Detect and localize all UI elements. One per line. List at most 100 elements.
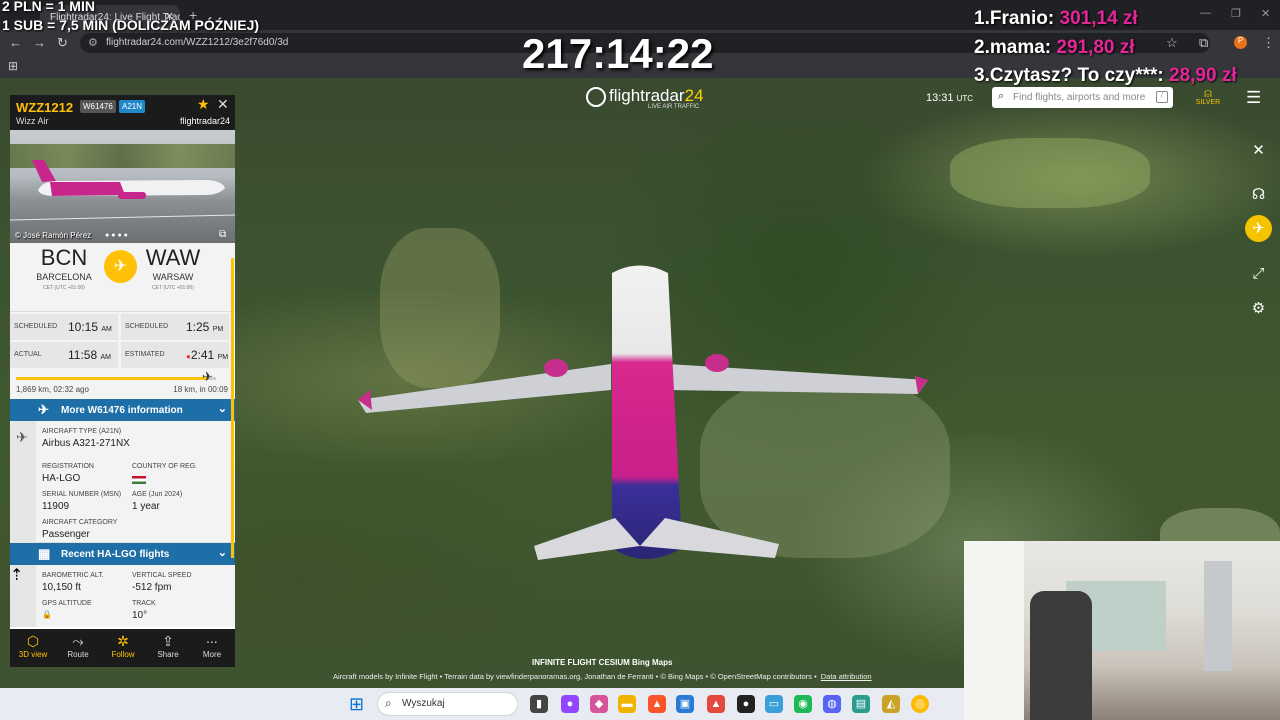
share-button[interactable]: ⇪ Share: [146, 632, 190, 659]
spotify-icon[interactable]: ◉: [794, 695, 812, 713]
calendar-icon: ▦: [38, 546, 51, 561]
reload-icon[interactable]: ↻: [57, 35, 68, 51]
progress-fill: [16, 377, 208, 380]
search-icon: ⌕: [385, 696, 392, 710]
details-side: ✈: [10, 421, 36, 543]
open-external-icon[interactable]: ⧉: [219, 229, 226, 240]
site-info-icon[interactable]: ⚙: [88, 36, 98, 49]
overlay-rate-line-1: 2 PLN = 1 MIN: [2, 0, 95, 14]
3d-view-button[interactable]: ⬡ 3D view: [11, 632, 55, 659]
overlay-rate-line-2: 1 SUB = 7,5 MIN (DOLICZAM PÓŹNIEJ): [2, 17, 260, 33]
fr24-logo-sub: LIVE AIR TRAFFIC: [648, 104, 700, 110]
brave-icon[interactable]: ▲: [648, 695, 666, 713]
window-close-icon[interactable]: ✕: [1261, 7, 1270, 20]
more-button[interactable]: ∙∙∙ More: [190, 632, 234, 659]
screen-icon[interactable]: ▭: [765, 695, 783, 713]
serial-label: SERIAL NUMBER (MSN): [42, 491, 122, 498]
search-placeholder: Find flights, airports and more: [1013, 92, 1146, 103]
distance-remaining: 18 km, in 00:09: [173, 385, 228, 394]
fr24-search-input[interactable]: ⌕ Find flights, airports and more /: [992, 87, 1173, 108]
webcam-fridge: [1204, 561, 1232, 671]
discord-icon[interactable]: ◍: [823, 695, 841, 713]
chevron-down-icon: ⌄: [217, 547, 227, 559]
minimize-icon[interactable]: —: [1200, 7, 1211, 19]
info-plane-icon: ✈: [38, 402, 49, 417]
apps-grid-icon[interactable]: ⊞: [8, 59, 18, 73]
favorite-star-icon[interactable]: ★: [197, 96, 210, 113]
route-button[interactable]: ⤳ Route: [56, 632, 100, 659]
aircraft-photo-image: [10, 160, 235, 221]
age-label: AGE (Jun 2024): [132, 491, 183, 498]
back-icon[interactable]: ←: [9, 35, 22, 50]
bookmark-star-icon[interactable]: ☆: [1166, 35, 1178, 51]
taskbar-search[interactable]: ⌕ Wyszukaj: [377, 692, 518, 716]
webcam-chair: [1030, 591, 1092, 720]
actual-departure: ACTUAL 11:58 AM: [10, 342, 118, 368]
attribution-text: Aircraft models by Infinite Flight • Ter…: [333, 672, 817, 681]
user-account[interactable]: ⍝ SILVER: [1194, 86, 1222, 106]
progress-bar: [16, 377, 216, 380]
profile-avatar[interactable]: P: [1234, 36, 1247, 49]
category-label: AIRCRAFT CATEGORY: [42, 519, 118, 526]
baro-value: 10,150 ft: [42, 582, 81, 593]
extensions-icon[interactable]: ⧉: [1199, 35, 1208, 51]
windows-start-icon[interactable]: ⊞: [349, 694, 364, 715]
app-icon[interactable]: ◭: [882, 695, 900, 713]
leaderboard-item: 1.Franio: 301,14 zł: [974, 8, 1138, 29]
registration-label: REGISTRATION: [42, 463, 94, 470]
file-explorer-icon[interactable]: ▬: [618, 695, 636, 713]
store-icon[interactable]: ▣: [676, 695, 694, 713]
user-tier: SILVER: [1195, 99, 1221, 106]
obs-icon[interactable]: ●: [737, 695, 755, 713]
panel-close-icon[interactable]: ✕: [217, 96, 229, 113]
photo-carousel-dots[interactable]: ●●●●: [105, 232, 130, 239]
distance-flown: 1,869 km, 02:32 ago: [16, 385, 89, 394]
webcam-window: [964, 541, 1024, 720]
route-icon: ⤳: [72, 633, 84, 649]
aircraft-type-badge: A21N: [119, 100, 146, 113]
search-icon: ⌕: [998, 90, 1005, 102]
webcam-overlay: [964, 541, 1280, 720]
panel-header: WZZ1212 W61476 A21N Wizz Air ★ ✕ flightr…: [10, 95, 235, 130]
provider-logos: INFINITE FLIGHT CESIUM Bing Maps: [532, 658, 673, 667]
maximize-icon[interactable]: ❐: [1231, 7, 1241, 20]
copilot-icon[interactable]: ◆: [590, 695, 608, 713]
browser-menu-icon[interactable]: ⋮: [1262, 35, 1275, 51]
chrome-icon[interactable]: ◎: [911, 695, 929, 713]
twitch-icon[interactable]: ●: [561, 695, 579, 713]
follow-button[interactable]: ✲ Follow: [101, 632, 145, 659]
hamburger-menu-icon[interactable]: ☰: [1246, 88, 1261, 108]
fullscreen-icon[interactable]: ⤢: [1245, 260, 1272, 287]
map-attribution: Aircraft models by Infinite Flight • Ter…: [333, 672, 872, 681]
estimated-arrival: ESTIMATED ●2:41 PM: [121, 342, 229, 368]
data-attribution-link[interactable]: Data attribution: [821, 672, 872, 681]
gps-label: GPS ALTITUDE: [42, 600, 92, 607]
category-value: Passenger: [42, 529, 90, 540]
keyboard-shortcut-icon: /: [1156, 91, 1168, 103]
binoculars-icon[interactable]: ☊: [1245, 181, 1272, 208]
callsign: WZZ1212: [16, 100, 74, 115]
user-icon: ⍝: [1204, 85, 1212, 100]
chevron-down-icon: ⌄: [217, 403, 227, 415]
destination-airport[interactable]: WAW WARSAW CET (UTC +01:00): [133, 245, 213, 291]
panel-footer: ⬡ 3D view ⤳ Route ✲ Follow ⇪ Share ∙∙∙ More: [10, 629, 235, 667]
origin-airport[interactable]: BCN BARCELONA CET (UTC +01:00): [24, 245, 104, 291]
scheduled-arrival: SCHEDULED 1:25 PM: [121, 314, 229, 340]
progress-plane-icon: ✈: [202, 369, 213, 384]
share-icon: ⇪: [162, 633, 174, 649]
brave-beta-icon[interactable]: ▲: [707, 695, 725, 713]
settings-gear-icon[interactable]: ⚙: [1245, 295, 1272, 322]
aircraft-photo[interactable]: © José Ramón Pérez ●●●● ⧉: [10, 130, 235, 243]
aircraft-icon[interactable]: ✈: [1245, 215, 1272, 242]
forward-icon[interactable]: →: [33, 35, 46, 50]
recent-flights-header[interactable]: ▦ Recent HA-LGO flights ⌄: [10, 543, 235, 565]
task-view-icon[interactable]: ▮: [530, 695, 548, 713]
flight-times: SCHEDULED 10:15 AM SCHEDULED 1:25 PM ACT…: [10, 311, 235, 369]
close-3d-icon[interactable]: ✕: [1245, 137, 1272, 164]
track-label: TRACK: [132, 600, 156, 607]
calculator-icon[interactable]: ▤: [852, 695, 870, 713]
route-summary: BCN BARCELONA CET (UTC +01:00) ✈ WAW WAR…: [10, 243, 235, 311]
more-info-header[interactable]: ✈ More W61476 information ⌄: [10, 399, 235, 421]
aircraft-details: ✈ AIRCRAFT TYPE (A21N) Airbus A321-271NX…: [10, 421, 235, 543]
panel-scrollbar[interactable]: [231, 258, 234, 558]
